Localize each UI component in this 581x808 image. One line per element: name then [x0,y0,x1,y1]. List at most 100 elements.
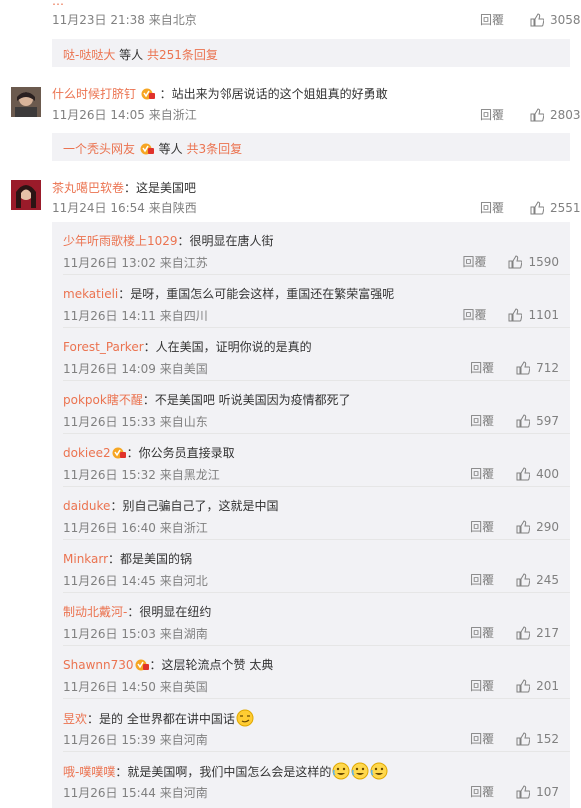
vip-badge-icon [135,659,149,671]
reply-button[interactable]: 回覆 [470,730,494,747]
sub-reply-count[interactable]: 共3条回复 [183,142,243,156]
reply-item: pokpok瞎不醒：不是美国吧 听说美国因为疫情都死了 11月26日 15:33… [52,381,570,434]
reply-button[interactable]: 回覆 [480,199,504,216]
comment-1-actions: 回覆 2803 [480,106,581,123]
reply-text: ：很明显在唐人街 [177,234,274,248]
thumbs-up-icon [516,678,531,692]
thumbs-up-icon [516,625,531,639]
reply-item: daiduke：别自己骗自己了，这就是中国 11月26日 16:40 来自浙江 … [52,487,570,540]
reply-meta: 11月26日 15:03 来自湖南 [63,627,208,641]
sub-reply-summary[interactable]: 哒-哒哒大 等人 共251条回复 [52,39,570,67]
reply-text: ：这层轮流点个赞 太典 [149,658,274,672]
reply-username[interactable]: Forest_Parker [63,340,144,354]
like-count: 217 [536,625,559,640]
reply-button[interactable]: 回覆 [480,106,504,123]
thumbs-up-icon [516,413,531,427]
vip-badge-icon [140,143,154,155]
reply-item: Forest_Parker：人在美国，证明你说的是真的 11月26日 14:09… [52,328,570,381]
reply-text: ：别自己骗自己了，这就是中国 [110,499,279,513]
reply-button[interactable]: 回覆 [480,11,504,28]
laugh-cry-emoji-icon [332,762,350,780]
sub-reply-summary[interactable]: 一个秃头网友 等人 共3条回复 [52,133,570,161]
like-count: 107 [536,784,559,799]
thumbs-up-icon [516,519,531,533]
reply-username[interactable]: 哦-噗噗噗 [63,765,115,779]
like-button[interactable]: 597 [516,414,559,428]
like-button[interactable]: 400 [516,467,559,481]
reply-button[interactable]: 回覆 [470,359,494,376]
reply-username[interactable]: 昱欢 [63,712,87,726]
like-button[interactable]: 1590 [508,255,559,269]
thumbs-up-icon [516,784,531,798]
reply-button[interactable]: 回覆 [470,624,494,641]
reply-meta: 11月26日 15:32 来自黑龙江 [63,468,220,482]
thumbs-up-icon [508,307,523,321]
like-count: 2551 [550,200,581,215]
like-button[interactable]: 2803 [530,108,581,122]
top-comment-meta: 11月23日 21:38 来自北京 [52,13,197,27]
comment-2-actions: 回覆 2551 [480,199,581,216]
reply-meta: 11月26日 15:44 来自河南 [63,786,208,800]
comment-1-meta: 11月26日 14:05 来自浙江 [52,108,197,122]
reply-meta: 11月26日 15:33 来自山东 [63,415,208,429]
like-count: 1101 [528,307,559,322]
top-comment-actions: 回覆 3058 [480,11,581,28]
like-button[interactable]: 712 [516,361,559,375]
like-button[interactable]: 2551 [530,201,581,215]
reply-button[interactable]: 回覆 [470,677,494,694]
reply-button[interactable]: 回覆 [462,253,486,270]
smug-emoji-icon [236,709,254,727]
like-count: 597 [536,413,559,428]
reply-username[interactable]: daiduke [63,499,110,513]
thumbs-up-icon [530,107,545,121]
reply-meta: 11月26日 13:02 来自江苏 [63,256,208,270]
like-button[interactable]: 1101 [508,308,559,322]
avatar[interactable] [11,180,41,210]
reply-meta: 11月26日 14:11 来自四川 [63,309,208,323]
like-button[interactable]: 201 [516,679,559,693]
like-count: 152 [536,731,559,746]
thumbs-up-icon [516,360,531,374]
comment-text: ：这是美国吧 [124,181,197,195]
sub-reply-mid: 等人 [158,142,183,156]
thumbs-up-icon [516,731,531,745]
reply-item: 哦-噗噗噗：就是美国啊，我们中国怎么会是这样的 11月26日 15:44 来自河… [52,752,570,805]
reply-button[interactable]: 回覆 [462,306,486,323]
like-button[interactable]: 3058 [530,13,581,27]
reply-username[interactable]: Minkarr [63,552,108,566]
reply-button[interactable]: 回覆 [470,571,494,588]
like-count: 290 [536,519,559,534]
thumbs-up-icon [516,466,531,480]
like-button[interactable]: 107 [516,785,559,799]
reply-text: ：是呀，重国怎么可能会这样，重国还在繁荣富强呢 [118,287,395,301]
like-button[interactable]: 245 [516,573,559,587]
reply-username[interactable]: 少年听雨歌楼上1029 [63,234,178,248]
laugh-cry-emoji-icon [351,762,369,780]
like-button[interactable]: 217 [516,626,559,640]
reply-item: 制动北戴河-：很明显在纽约 11月26日 15:03 来自湖南 回覆 217 [52,593,570,646]
comment-username[interactable]: 茶丸噶巴软卷 [52,181,124,195]
sub-reply-users[interactable]: 一个秃头网友 [63,142,135,156]
vip-badge-icon [141,88,155,100]
like-count: 1590 [528,254,559,269]
laugh-cry-emoji-icon [370,762,388,780]
reply-text: ：很明显在纽约 [127,605,212,619]
sub-reply-users[interactable]: 哒-哒哒大 [63,48,115,62]
reply-button[interactable]: 回覆 [470,465,494,482]
sub-reply-count[interactable]: 共251条回复 [143,48,218,62]
reply-button[interactable]: 回覆 [470,783,494,800]
reply-button[interactable]: 回覆 [470,518,494,535]
reply-username[interactable]: Shawnn730 [63,658,134,672]
reply-button[interactable]: 回覆 [470,412,494,429]
reply-username[interactable]: dokiee2 [63,446,111,460]
reply-username[interactable]: mekatieli [63,287,118,301]
avatar[interactable] [11,87,41,117]
like-button[interactable]: 290 [516,520,559,534]
like-count: 245 [536,572,559,587]
reply-username[interactable]: pokpok瞎不醒 [63,393,143,407]
reply-text: ：就是美国啊，我们中国怎么会是这样的 [115,765,332,779]
top-partial-text: … [52,0,64,8]
comment-username[interactable]: 什么时候打脐钉 [52,87,136,101]
like-button[interactable]: 152 [516,732,559,746]
reply-username[interactable]: 制动北戴河- [63,605,127,619]
